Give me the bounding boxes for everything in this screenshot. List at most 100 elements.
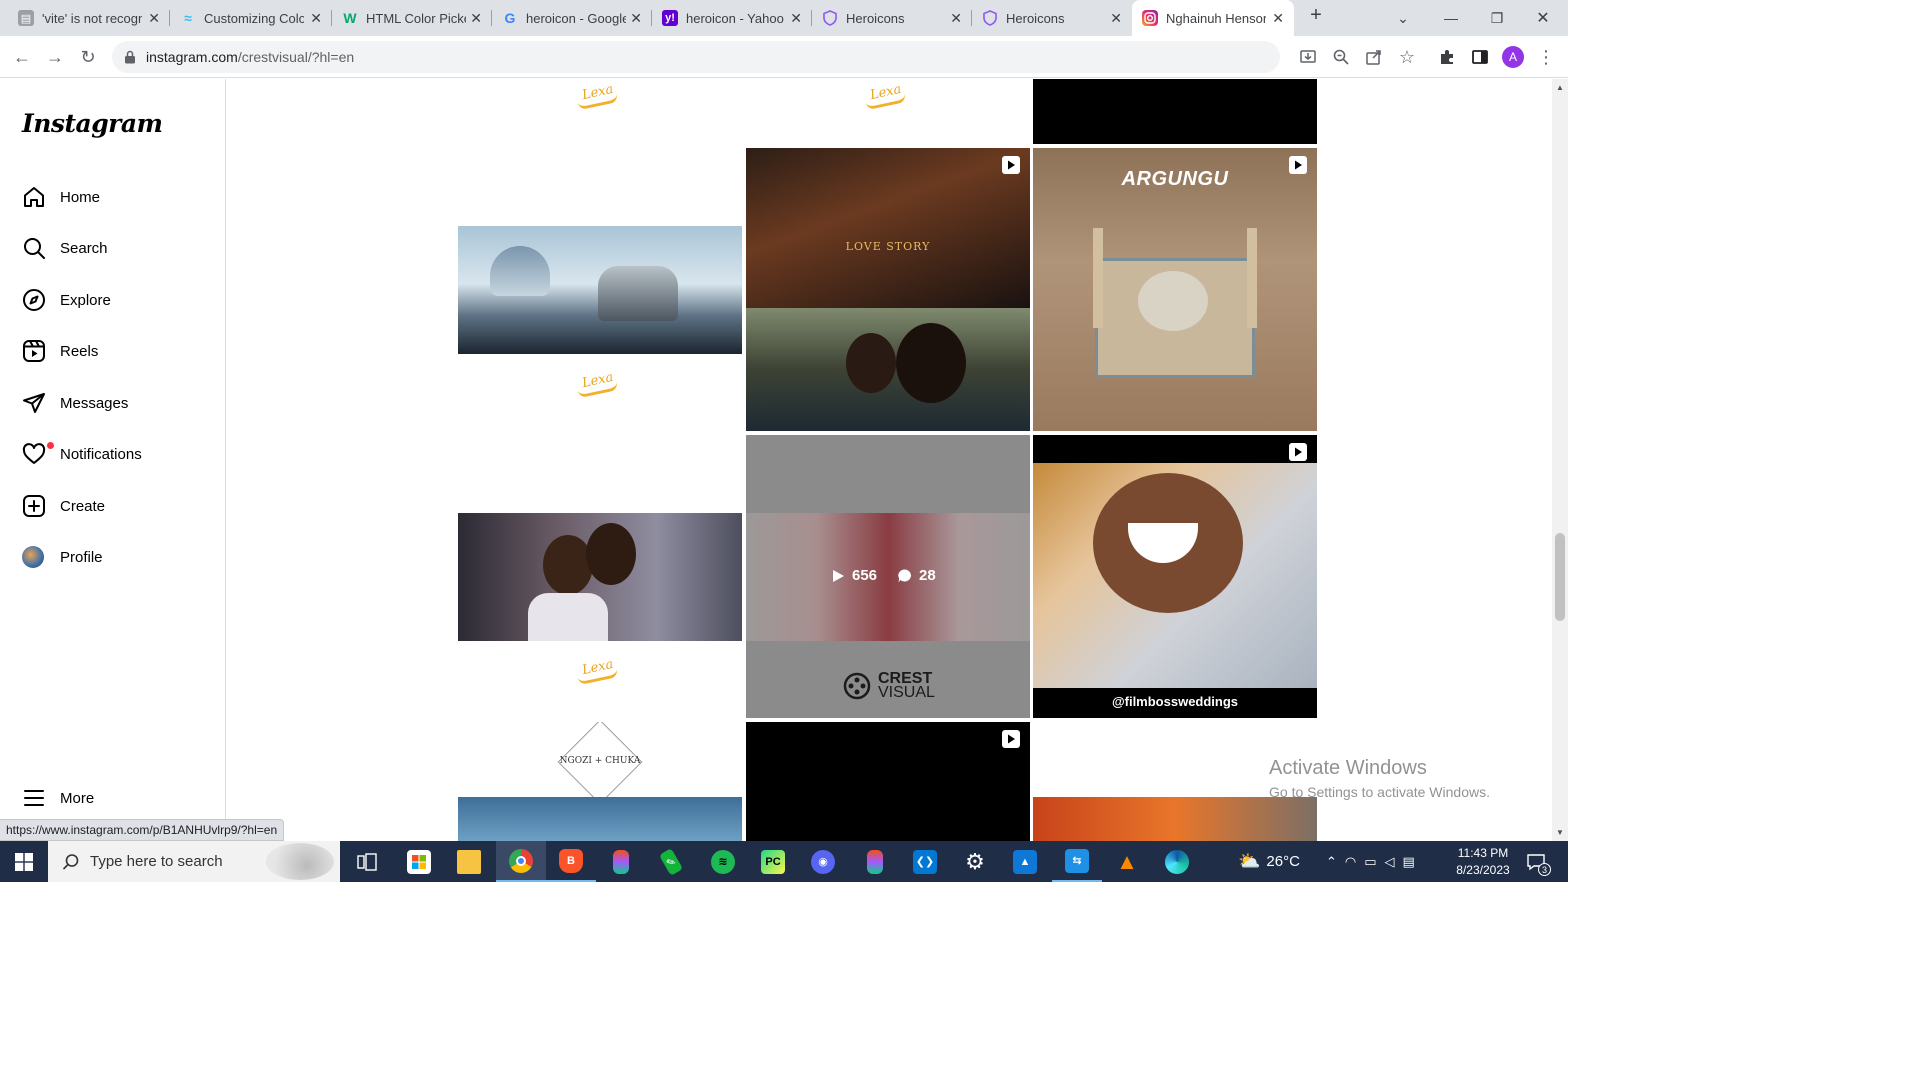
browser-profile-avatar[interactable]: A <box>1502 46 1524 68</box>
reel-play-icon <box>1289 156 1307 174</box>
scroll-up-arrow-icon[interactable]: ▲ <box>1556 83 1564 92</box>
post-thumbnail[interactable]: Lexa <box>458 435 742 718</box>
post-thumbnail[interactable]: Lexa <box>458 148 742 431</box>
network-icon[interactable]: ▤ <box>1403 854 1423 870</box>
brave-icon[interactable]: B <box>546 841 596 882</box>
nav-home[interactable]: Home <box>10 175 210 219</box>
notification-center-icon[interactable]: 3 <box>1526 841 1551 882</box>
close-tab-icon[interactable]: ✕ <box>950 10 962 27</box>
figma-icon[interactable] <box>850 841 900 882</box>
post-thumbnail-hovered[interactable]: 656 28 CREST VISUAL <box>746 435 1030 718</box>
photos-icon[interactable]: ▲ <box>1000 841 1050 882</box>
minimize-icon[interactable]: — <box>1428 0 1474 36</box>
spotify-icon[interactable]: ≋ <box>698 841 748 882</box>
figma-icon[interactable] <box>596 841 646 882</box>
battery-icon[interactable]: ▭ <box>1364 854 1384 870</box>
vlc-icon[interactable]: ▲ <box>1102 841 1152 882</box>
settings-gear-icon[interactable]: ⚙ <box>950 841 1000 882</box>
post-thumbnail[interactable] <box>1033 79 1317 144</box>
close-window-icon[interactable]: ✕ <box>1520 0 1566 36</box>
browser-tab-bar: ▤ 'vite' is not recognized ✕ ≈ Customizi… <box>0 0 1568 36</box>
post-thumbnail[interactable]: @filmbossweddings <box>1033 435 1317 718</box>
vscode-icon[interactable]: ❮❯ <box>900 841 950 882</box>
nav-profile[interactable]: Profile <box>10 535 210 579</box>
post-thumbnail[interactable]: ARGUNGU <box>1033 148 1317 431</box>
restore-icon[interactable]: ❐ <box>1474 0 1520 36</box>
bookmark-star-icon[interactable]: ☆ <box>1396 46 1418 68</box>
weather-widget[interactable]: ⛅ 26°C <box>1238 841 1300 882</box>
remote-desktop-icon[interactable]: ⇆ <box>1052 841 1102 882</box>
close-tab-icon[interactable]: ✕ <box>790 10 802 27</box>
microsoft-store-icon[interactable] <box>394 841 444 882</box>
post-image-couple-portrait <box>458 513 742 641</box>
lexa-imagery-logo: Lexa <box>868 81 903 104</box>
address-bar[interactable]: instagram.com/crestvisual/?hl=en <box>112 41 1280 73</box>
post-thumbnail[interactable]: LOVE STORY <box>746 148 1030 431</box>
taskbar-search-box[interactable]: Type here to search <box>48 841 340 882</box>
nav-messages[interactable]: Messages <box>10 381 210 425</box>
volume-icon[interactable]: ◁ <box>1385 854 1403 870</box>
page-scrollbar[interactable]: ▲ ▼ <box>1552 79 1568 841</box>
zoom-icon[interactable] <box>1330 46 1352 68</box>
hamburger-menu-icon <box>24 790 44 806</box>
back-arrow-icon[interactable]: ← <box>9 44 35 70</box>
system-tray-icons[interactable]: ⌃ ◠ ▭ ◁ ▤ <box>1326 841 1423 882</box>
close-tab-icon[interactable]: ✕ <box>630 10 642 27</box>
browser-tab[interactable]: Heroicons ✕ <box>812 0 972 36</box>
link-status-bar: https://www.instagram.com/p/B1ANHUvlrp9/… <box>0 819 285 841</box>
w3schools-icon: W <box>343 10 357 26</box>
forward-arrow-icon[interactable]: → <box>42 44 68 70</box>
close-tab-icon[interactable]: ✕ <box>1272 10 1284 27</box>
edge-icon[interactable] <box>1152 841 1202 882</box>
browser-tab[interactable]: Heroicons ✕ <box>972 0 1132 36</box>
nav-create[interactable]: Create <box>10 484 210 528</box>
notification-count-badge: 3 <box>1538 863 1551 876</box>
notepad-plus-icon[interactable]: ✎ <box>646 841 696 882</box>
post-thumbnail[interactable]: Lexa <box>746 79 1030 144</box>
close-tab-icon[interactable]: ✕ <box>1110 10 1122 27</box>
tab-search-chevron-icon[interactable]: ⌄ <box>1380 0 1426 36</box>
instagram-logo[interactable]: Instagram <box>22 109 163 138</box>
nav-reels[interactable]: Reels <box>10 329 210 373</box>
share-icon[interactable] <box>1363 46 1385 68</box>
close-tab-icon[interactable]: ✕ <box>310 10 322 27</box>
reload-icon[interactable]: ↻ <box>75 44 101 70</box>
browser-tab[interactable]: W HTML Color Picker ✕ <box>332 0 492 36</box>
chevron-up-icon[interactable]: ⌃ <box>1326 854 1345 870</box>
nav-more[interactable]: More <box>10 776 210 820</box>
file-explorer-icon[interactable] <box>444 841 494 882</box>
post-thumbnail[interactable]: Lexa <box>458 79 742 144</box>
windows-start-icon[interactable] <box>0 841 48 882</box>
shoes-shape <box>490 246 550 296</box>
new-tab-plus-icon[interactable]: + <box>1304 4 1328 27</box>
scroll-down-arrow-icon[interactable]: ▼ <box>1556 828 1564 837</box>
install-app-icon[interactable] <box>1297 46 1319 68</box>
browser-tab[interactable]: G heroicon - Google Search ✕ <box>492 0 652 36</box>
discord-icon[interactable]: ◉ <box>798 841 848 882</box>
post-thumbnail[interactable] <box>746 722 1030 841</box>
notification-dot <box>47 442 54 449</box>
browser-tab[interactable]: ▤ 'vite' is not recognized ✕ <box>8 0 170 36</box>
side-panel-icon[interactable] <box>1469 46 1491 68</box>
nav-explore[interactable]: Explore <box>10 278 210 322</box>
nav-search[interactable]: Search <box>10 226 210 270</box>
kebab-menu-icon[interactable]: ⋮ <box>1535 46 1557 68</box>
send-paper-plane-icon <box>23 393 45 413</box>
scrollbar-thumb[interactable] <box>1555 533 1565 621</box>
reel-play-icon <box>1002 156 1020 174</box>
extensions-puzzle-icon[interactable] <box>1436 46 1458 68</box>
browser-tab-active[interactable]: Nghainuh Henson ✕ <box>1132 0 1294 36</box>
pycharm-icon[interactable]: PC <box>748 841 798 882</box>
close-tab-icon[interactable]: ✕ <box>148 10 160 27</box>
chrome-icon[interactable] <box>496 841 546 882</box>
weather-cloud-icon: ⛅ <box>1238 851 1261 871</box>
close-tab-icon[interactable]: ✕ <box>470 10 482 27</box>
taskbar-clock[interactable]: 11:43 PM 8/23/2023 <box>1442 845 1524 879</box>
browser-tab[interactable]: y! heroicon - Yahoo Search ✕ <box>652 0 812 36</box>
browser-tab[interactable]: ≈ Customizing Colors ✕ <box>170 0 332 36</box>
wifi-icon[interactable]: ◠ <box>1345 854 1364 870</box>
nav-notifications[interactable]: Notifications <box>10 432 210 476</box>
telephone-shape <box>598 266 678 321</box>
post-thumbnail[interactable]: NGOZI + CHUKA <box>458 722 742 841</box>
task-view-icon[interactable] <box>342 841 392 882</box>
